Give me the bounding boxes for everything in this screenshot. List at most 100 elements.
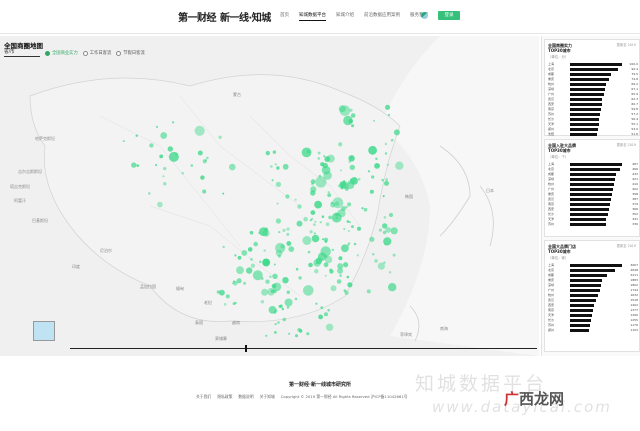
city-bubble[interactable]: [345, 205, 348, 209]
city-bubble[interactable]: [382, 195, 385, 198]
ranking-row[interactable]: 武汉 62.3: [548, 97, 638, 101]
city-bubble[interactable]: [276, 202, 279, 205]
city-bubble[interactable]: [265, 279, 270, 284]
city-bubble[interactable]: [282, 277, 289, 284]
city-bubble[interactable]: [237, 255, 242, 260]
ranking-row[interactable]: 武汉 387: [548, 197, 638, 201]
ranking-row[interactable]: 深圳 67.1: [548, 87, 638, 91]
city-bubble[interactable]: [339, 105, 351, 116]
city-bubble[interactable]: [375, 157, 378, 160]
city-bubble[interactable]: [148, 192, 151, 195]
ranking-row[interactable]: 杭州 410: [548, 182, 638, 186]
city-bubble[interactable]: [311, 182, 314, 186]
city-bubble[interactable]: [388, 271, 392, 274]
city-bubble[interactable]: [172, 121, 175, 124]
city-bubble[interactable]: [314, 200, 322, 209]
city-bubble[interactable]: [275, 181, 282, 188]
city-bubble[interactable]: [246, 267, 253, 274]
city-bubble[interactable]: [190, 164, 194, 167]
city-bubble[interactable]: [325, 323, 334, 331]
city-bubble[interactable]: [344, 186, 349, 191]
ranking-row[interactable]: 杭州 69.2: [548, 82, 638, 86]
city-bubble[interactable]: [350, 113, 356, 118]
city-bubble[interactable]: [322, 238, 324, 241]
city-bubble[interactable]: [386, 163, 389, 166]
city-bubble[interactable]: [273, 310, 277, 314]
ranking-row[interactable]: 成都 79.5: [548, 72, 638, 76]
city-bubble[interactable]: [280, 244, 285, 249]
city-bubble[interactable]: [325, 222, 330, 226]
city-bubble[interactable]: [310, 217, 314, 221]
nav-home[interactable]: 首页: [280, 12, 289, 21]
city-bubble[interactable]: [369, 236, 375, 242]
city-bubble[interactable]: [163, 182, 167, 186]
city-bubble[interactable]: [204, 159, 207, 162]
city-bubble[interactable]: [346, 275, 350, 279]
city-bubble[interactable]: [298, 276, 302, 280]
city-bubble[interactable]: [361, 207, 364, 210]
city-bubble[interactable]: [395, 161, 404, 170]
city-select[interactable]: 省/市: [4, 49, 40, 57]
ranking-row[interactable]: 成都 2211: [548, 273, 638, 277]
city-bubble[interactable]: [135, 134, 138, 137]
city-bubble[interactable]: [167, 146, 173, 152]
city-bubble[interactable]: [350, 177, 359, 185]
ranking-row[interactable]: 南京 379: [548, 202, 638, 206]
city-bubble[interactable]: [163, 167, 167, 171]
city-bubble[interactable]: [278, 231, 281, 234]
city-bubble[interactable]: [261, 277, 264, 280]
city-bubble[interactable]: [314, 220, 317, 223]
city-bubble[interactable]: [131, 162, 137, 168]
city-bubble[interactable]: [306, 332, 310, 336]
city-bubble[interactable]: [218, 135, 222, 139]
nav-data-platform[interactable]: 知城数据平台: [299, 12, 326, 21]
city-bubble[interactable]: [317, 151, 321, 155]
footer-link[interactable]: 数据说明: [238, 394, 253, 400]
city-bubble[interactable]: [234, 254, 237, 257]
tab-workday-traffic[interactable]: 工作日客流: [82, 50, 111, 56]
ranking-row[interactable]: 杭州 1632: [548, 293, 638, 297]
ranking-row[interactable]: 深圳 421: [548, 177, 638, 181]
city-bubble[interactable]: [329, 269, 334, 274]
city-bubble[interactable]: [319, 221, 322, 224]
city-bubble[interactable]: [348, 221, 351, 224]
city-bubble[interactable]: [373, 119, 376, 122]
city-bubble[interactable]: [350, 156, 353, 159]
city-bubble[interactable]: [302, 236, 312, 245]
timeline-slider[interactable]: [70, 345, 537, 352]
city-bubble[interactable]: [282, 228, 286, 232]
ranking-info[interactable]: 更新至 2019: [617, 244, 636, 248]
ranking-row[interactable]: 郑州 53.0: [548, 127, 638, 131]
city-bubble[interactable]: [328, 215, 332, 220]
city-bubble[interactable]: [313, 223, 316, 227]
city-bubble[interactable]: [371, 175, 375, 179]
city-bubble[interactable]: [222, 245, 225, 248]
ranking-row[interactable]: 广州 65.9: [548, 92, 638, 96]
city-bubble[interactable]: [262, 229, 270, 237]
city-bubble[interactable]: [348, 119, 354, 124]
ranking-row[interactable]: 广州 402: [548, 187, 638, 191]
city-bubble[interactable]: [265, 150, 270, 156]
ranking-row[interactable]: 西安 1402: [548, 303, 638, 307]
city-bubble[interactable]: [236, 266, 244, 275]
city-bubble[interactable]: [353, 242, 357, 246]
city-bubble[interactable]: [384, 243, 387, 246]
city-bubble[interactable]: [294, 297, 298, 301]
nav-about[interactable]: 知城介绍: [336, 12, 354, 21]
ranking-row[interactable]: 重庆 398: [548, 192, 638, 196]
city-bubble[interactable]: [262, 259, 270, 266]
city-bubble[interactable]: [295, 334, 298, 338]
ranking-row[interactable]: 西安 60.7: [548, 102, 638, 106]
city-bubble[interactable]: [159, 154, 164, 159]
city-bubble[interactable]: [136, 164, 140, 167]
ranking-row[interactable]: 北京 92.4: [548, 67, 638, 71]
city-bubble[interactable]: [222, 192, 225, 195]
city-bubble[interactable]: [351, 124, 355, 128]
city-bubble[interactable]: [330, 201, 333, 205]
ranking-row[interactable]: 武汉 1518: [548, 298, 638, 302]
city-bubble[interactable]: [385, 227, 392, 233]
city-bubble[interactable]: [384, 152, 388, 155]
city-bubble[interactable]: [336, 279, 342, 284]
city-bubble[interactable]: [175, 152, 178, 156]
city-bubble[interactable]: [275, 249, 283, 257]
